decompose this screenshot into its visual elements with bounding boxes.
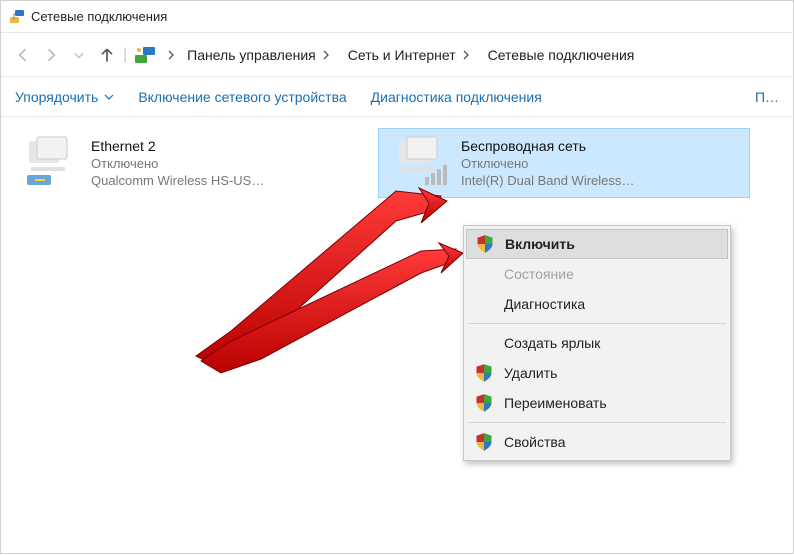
chevron-down-icon <box>104 93 114 101</box>
breadcrumb-item-2[interactable]: Сетевые подключения <box>482 43 641 67</box>
window-title: Сетевые подключения <box>31 9 167 24</box>
ethernet-disabled-icon <box>19 135 83 191</box>
diagnose-button[interactable]: Диагностика подключения <box>371 89 542 105</box>
diagnose-label: Диагностика подключения <box>371 89 542 105</box>
breadcrumb-label: Панель управления <box>187 47 316 63</box>
menu-label: Удалить <box>504 365 557 381</box>
connection-info: Беспроводная сеть Отключено Intel(R) Dua… <box>461 135 634 191</box>
breadcrumb-dropdown[interactable] <box>161 46 181 64</box>
connection-item-wireless[interactable]: Беспроводная сеть Отключено Intel(R) Dua… <box>379 129 749 197</box>
menu-item-create-shortcut[interactable]: Создать ярлык <box>466 328 728 358</box>
connection-status: Отключено <box>91 156 264 171</box>
chevron-right-icon <box>167 50 175 60</box>
menu-label: Включить <box>505 236 575 252</box>
menu-label: Переименовать <box>504 395 607 411</box>
nav-forward-button[interactable] <box>37 41 65 69</box>
connection-name: Ethernet 2 <box>91 138 264 154</box>
nav-recent-dropdown[interactable] <box>65 41 93 69</box>
menu-separator <box>468 422 726 423</box>
menu-item-properties[interactable]: Свойства <box>466 427 728 457</box>
shield-icon <box>474 363 494 383</box>
breadcrumb-label: Сетевые подключения <box>488 47 635 63</box>
chevron-right-icon <box>322 50 330 60</box>
menu-label: Свойства <box>504 434 565 450</box>
shield-icon <box>474 393 494 413</box>
enable-device-label: Включение сетевого устройства <box>138 89 346 105</box>
connection-info: Ethernet 2 Отключено Qualcomm Wireless H… <box>91 135 264 191</box>
window-icon <box>9 9 25 25</box>
nav-back-button[interactable] <box>9 41 37 69</box>
menu-item-enable[interactable]: Включить <box>466 229 728 259</box>
address-bar[interactable]: Панель управления Сеть и Интернет Сетевы… <box>133 43 785 67</box>
control-panel-icon <box>133 46 157 64</box>
connection-status: Отключено <box>461 156 634 171</box>
menu-label: Состояние <box>504 266 574 282</box>
connection-device: Qualcomm Wireless HS-US… <box>91 173 264 188</box>
toolbar-overflow[interactable]: П… <box>755 89 779 105</box>
shield-icon <box>474 432 494 452</box>
toolbar: Упорядочить Включение сетевого устройств… <box>1 77 793 117</box>
chevron-right-icon <box>462 50 470 60</box>
menu-separator <box>468 323 726 324</box>
context-menu: Включить Состояние Диагностика Создать я… <box>463 225 731 461</box>
title-bar: Сетевые подключения <box>1 1 793 33</box>
shield-icon <box>475 234 495 254</box>
wireless-disabled-icon <box>389 135 453 191</box>
connection-name: Беспроводная сеть <box>461 138 634 154</box>
blank-icon <box>474 333 494 353</box>
menu-item-rename[interactable]: Переименовать <box>466 388 728 418</box>
content-area: Ethernet 2 Отключено Qualcomm Wireless H… <box>1 117 793 209</box>
menu-item-delete[interactable]: Удалить <box>466 358 728 388</box>
menu-label: Создать ярлык <box>504 335 600 351</box>
organize-label: Упорядочить <box>15 89 98 105</box>
connection-device: Intel(R) Dual Band Wireless… <box>461 173 634 188</box>
blank-icon <box>474 294 494 314</box>
overflow-label: П… <box>755 89 779 105</box>
organize-button[interactable]: Упорядочить <box>15 89 114 105</box>
menu-item-diagnose[interactable]: Диагностика <box>466 289 728 319</box>
connection-item-ethernet[interactable]: Ethernet 2 Отключено Qualcomm Wireless H… <box>9 129 379 197</box>
nav-bar: | Панель управления Сеть и Интернет Сете… <box>1 33 793 77</box>
menu-label: Диагностика <box>504 296 585 312</box>
breadcrumb-label: Сеть и Интернет <box>348 47 456 63</box>
breadcrumb-item-0[interactable]: Панель управления <box>181 43 342 67</box>
breadcrumb-item-1[interactable]: Сеть и Интернет <box>342 43 482 67</box>
enable-device-button[interactable]: Включение сетевого устройства <box>138 89 346 105</box>
nav-separator: | <box>123 46 127 64</box>
nav-up-button[interactable] <box>93 41 121 69</box>
blank-icon <box>474 264 494 284</box>
menu-item-status: Состояние <box>466 259 728 289</box>
